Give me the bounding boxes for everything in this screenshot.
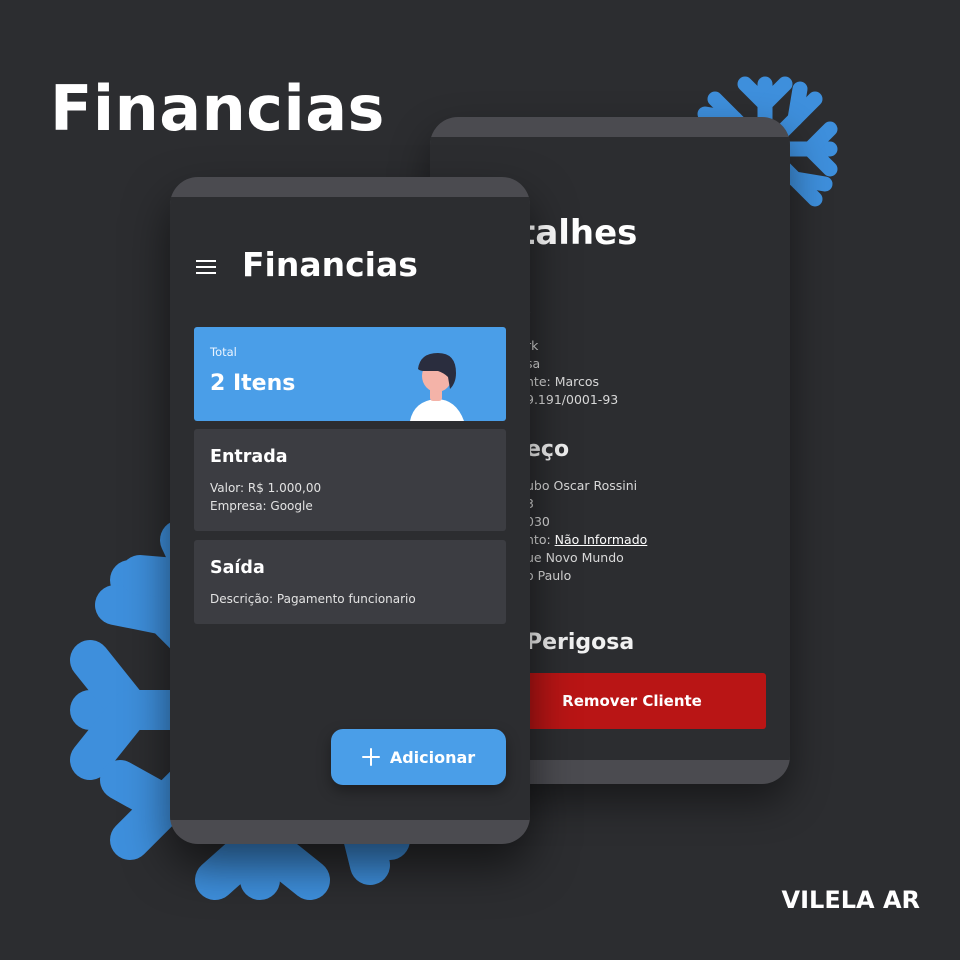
entry-title: Entrada (210, 447, 288, 467)
brand-watermark: VILELA AR (781, 886, 920, 914)
add-button[interactable]: Adicionar (331, 729, 506, 785)
entry-card-entrada[interactable]: Entrada Valor: R$ 1.000,00 Empresa: Goog… (194, 429, 506, 531)
endereco-line: ubo Oscar Rossini (526, 478, 638, 493)
total-value: 2 Itens (210, 371, 296, 396)
dados-line: 9.191/0001-93 (526, 392, 619, 407)
dados-line: nte: Marcos (526, 374, 600, 389)
app-title: Financias (242, 245, 418, 284)
page-title: Financias (50, 72, 385, 145)
entry-company: Empresa: Google (210, 499, 313, 513)
add-button-label: Adicionar (389, 747, 476, 767)
entry-description: Descrição: Pagamento funcionario (210, 592, 416, 606)
endereco-line: o Paulo (526, 568, 572, 583)
menu-icon[interactable] (196, 260, 216, 276)
phone-finance-mockup: Financias Total 2 Itens Entrada Valor: R… (170, 177, 530, 844)
finance-screen: Financias Total 2 Itens Entrada Valor: R… (170, 197, 530, 820)
total-label: Total (210, 345, 237, 359)
avatar-illustration (410, 353, 464, 421)
complemento-prefix: nto: (526, 532, 555, 547)
section-endereco: eço (526, 437, 570, 462)
complemento-link[interactable]: Não Informado (555, 532, 648, 547)
plus-icon (361, 748, 380, 766)
entry-value: Valor: R$ 1.000,00 (210, 481, 322, 495)
total-card: Total 2 Itens (194, 327, 506, 421)
section-danger-zone: Perigosa (526, 630, 635, 655)
entry-card-saida[interactable]: Saída Descrição: Pagamento funcionario (194, 540, 506, 624)
complemento-line: nto: Não Informado (526, 532, 647, 547)
endereco-line: ue Novo Mundo (526, 550, 624, 565)
entry-title: Saída (210, 558, 265, 578)
